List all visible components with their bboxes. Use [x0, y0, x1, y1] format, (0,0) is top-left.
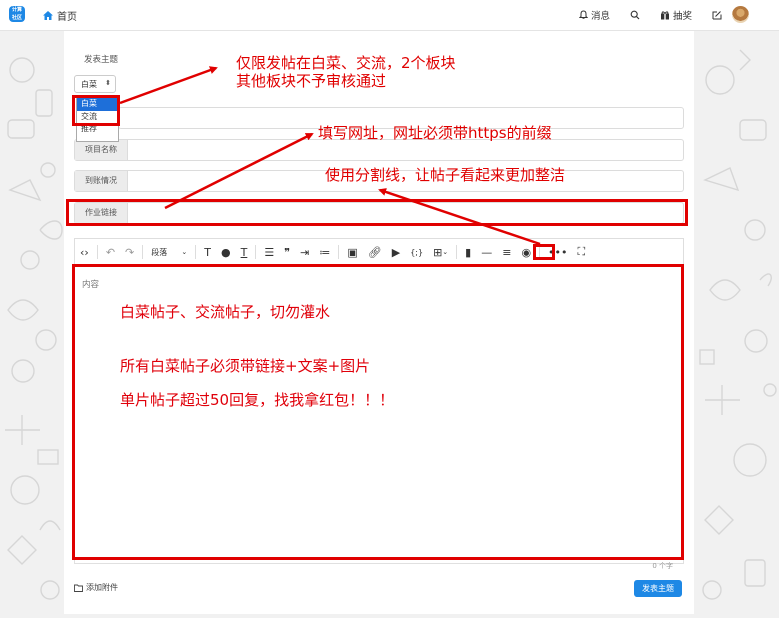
editor-toolbar: ‹› ↶ ↷ 段落 ⌄ T ● T ☰ ❞ ⇥ ≔ ▣ 🔗︎ ▶ {;} ⊞ ⌄ …: [74, 238, 684, 266]
code-view-button[interactable]: ‹›: [75, 239, 94, 265]
redo-button[interactable]: ↷: [120, 239, 139, 265]
toolbar-divider: [456, 245, 458, 259]
bookmark-button[interactable]: ▮: [460, 239, 476, 265]
word-counter: 0 个字: [652, 562, 673, 570]
lottery-label: 抽奖: [672, 11, 692, 22]
nav-search[interactable]: [630, 10, 640, 20]
edit-icon: [712, 11, 722, 20]
annotation-category-line1: 仅限发帖在白菜、交流，2个板块: [236, 54, 456, 72]
font-button[interactable]: T: [199, 239, 216, 265]
fullscreen-icon: ⛶: [577, 245, 586, 258]
compose-title: 发表主题: [84, 55, 119, 65]
fullscreen-button[interactable]: ⛶: [573, 239, 591, 265]
select-caret-icon: ⬍: [105, 79, 111, 87]
chevron-down-icon: ⌄: [442, 248, 449, 256]
toolbar-divider: [142, 245, 144, 259]
annotation-box-link: [66, 199, 688, 226]
paragraph-label: 段落: [151, 247, 168, 257]
toc-icon: ≡: [502, 245, 512, 259]
quote-icon: ❞: [284, 245, 291, 259]
annotation-box-divider: [533, 244, 555, 260]
submit-button[interactable]: 发表主题: [634, 580, 682, 597]
toolbar-divider: [96, 245, 98, 259]
nav-lottery[interactable]: 抽奖: [660, 8, 692, 22]
link-button[interactable]: 🔗︎: [363, 239, 387, 265]
gift-icon: [660, 11, 669, 20]
annotation-box-category: [72, 95, 120, 126]
quote-button[interactable]: ❞: [279, 239, 295, 265]
category-select[interactable]: 白菜 ⬍: [74, 75, 116, 93]
nav-compose[interactable]: [712, 10, 722, 20]
folder-icon: [74, 584, 83, 592]
annotation-box-editor: [72, 264, 684, 560]
site-logo[interactable]: 计算 社区: [9, 6, 25, 22]
undo-icon: ↶: [105, 245, 116, 259]
align-button[interactable]: ☰: [259, 239, 279, 265]
nav-right: 消息 抽奖: [559, 8, 749, 22]
code-block-icon: {;}: [410, 247, 424, 257]
payment-status-label: 到账情况: [75, 171, 128, 191]
top-navbar: 计算 社区 首页 消息 抽奖: [0, 0, 779, 31]
user-avatar[interactable]: [732, 6, 749, 23]
annotation-link: 填写网址，网址必须带https的前缀: [318, 124, 552, 142]
nav-messages[interactable]: 消息: [578, 8, 610, 22]
indent-icon: ⇥: [300, 245, 310, 259]
toolbar-divider: [195, 245, 197, 259]
video-button[interactable]: ▶: [387, 239, 405, 265]
align-left-icon: ☰: [264, 245, 275, 259]
code-icon: ‹›: [80, 245, 89, 259]
divider-button[interactable]: —: [476, 239, 497, 265]
image-icon: ▣: [347, 245, 358, 259]
image-button[interactable]: ▣: [342, 239, 362, 265]
category-selected-value: 白菜: [81, 79, 97, 89]
nav-home[interactable]: 首页: [43, 8, 77, 23]
link-icon: 🔗︎: [367, 245, 382, 259]
project-name-label: 项目名称: [75, 140, 128, 160]
toc-button[interactable]: ≡: [497, 239, 516, 265]
toolbar-divider: [338, 245, 340, 259]
droplet-icon: ●: [220, 245, 231, 259]
redo-icon: ↷: [125, 245, 135, 259]
video-icon: ▶: [391, 245, 401, 259]
toolbar-divider: [255, 245, 257, 259]
list-button[interactable]: ≔: [314, 239, 335, 265]
chevron-down-icon: ⌄: [181, 248, 188, 256]
list-icon: ≔: [319, 245, 331, 259]
paragraph-select[interactable]: 段落 ⌄: [146, 239, 192, 265]
table-button[interactable]: ⊞ ⌄: [428, 239, 453, 265]
annotation-category-line2: 其他板块不予审核通过: [236, 72, 387, 90]
attach-label: 添加附件: [86, 583, 118, 592]
clear-format-button[interactable]: T: [236, 239, 253, 265]
logo-text: 计算 社区: [11, 7, 22, 21]
horizontal-rule-icon: —: [481, 245, 493, 259]
eye-icon: ◉: [521, 245, 532, 259]
font-icon: T: [204, 245, 211, 259]
project-name-field[interactable]: 项目名称: [74, 139, 684, 161]
annotation-divider: 使用分割线，让帖子看起来更加整洁: [325, 166, 566, 184]
messages-label: 消息: [590, 11, 610, 22]
indent-button[interactable]: ⇥: [295, 239, 314, 265]
code-block-button[interactable]: {;}: [405, 239, 428, 265]
bookmark-icon: ▮: [465, 245, 472, 259]
search-icon: [630, 10, 640, 20]
color-button[interactable]: ●: [216, 239, 236, 265]
home-icon: [43, 11, 53, 20]
attach-button[interactable]: 添加附件: [74, 582, 118, 593]
table-icon: ⊞: [433, 245, 443, 259]
clear-format-icon: T: [240, 245, 248, 259]
bell-icon: [578, 10, 588, 19]
home-label: 首页: [57, 12, 77, 23]
undo-button[interactable]: ↶: [101, 239, 120, 265]
